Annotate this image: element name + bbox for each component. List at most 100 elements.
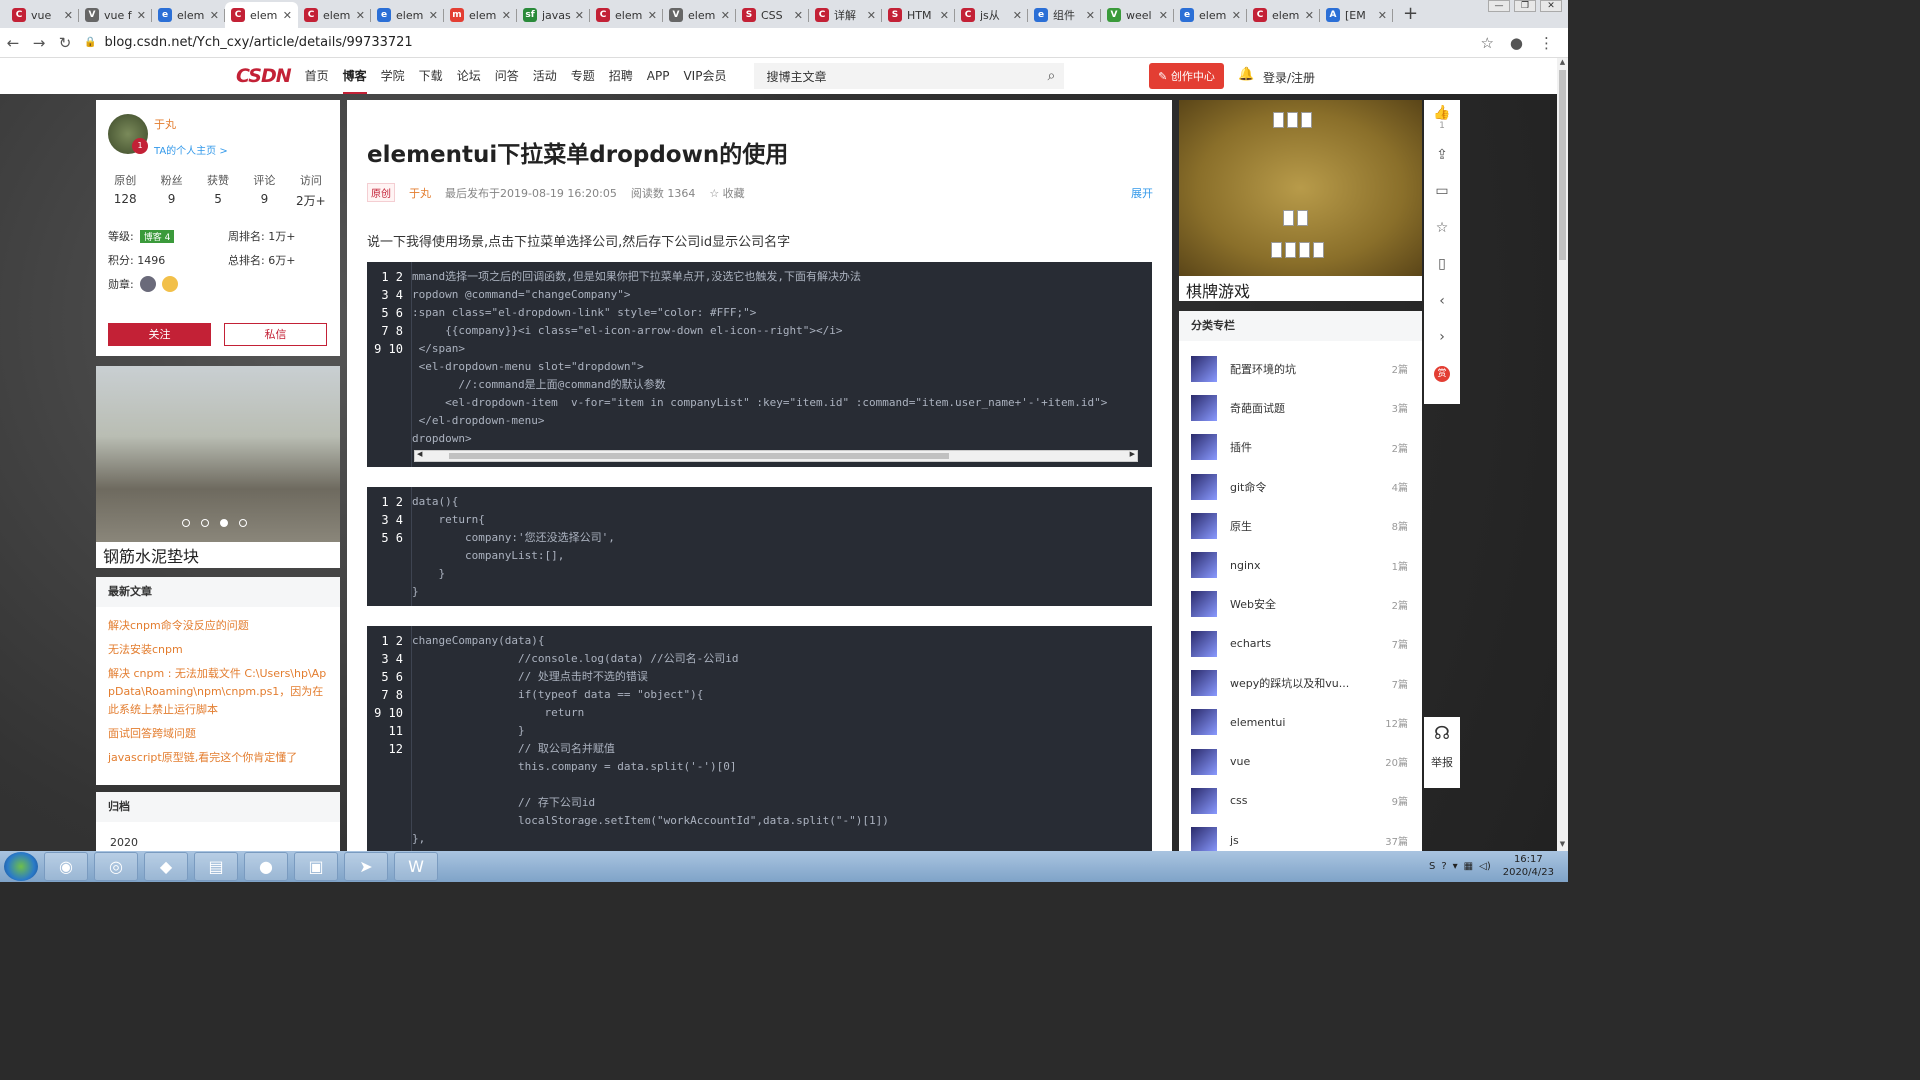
like-button[interactable]: 👍 1 (1424, 100, 1460, 137)
category-item[interactable]: elementui 12篇 (1179, 703, 1422, 742)
browser-tab[interactable]: Celem ✕ (298, 2, 371, 28)
game-ad-title[interactable]: 棋牌游戏 (1186, 278, 1250, 302)
tab-close-icon[interactable]: ✕ (429, 9, 438, 22)
search-input[interactable]: 搜博主文章 ⌕ (754, 63, 1065, 89)
category-item[interactable]: 配置环境的坑 2篇 (1179, 349, 1422, 388)
restore-button[interactable]: ❐ (1514, 0, 1536, 12)
csdn-logo[interactable]: CSDN (236, 65, 292, 87)
browser-tab[interactable]: Celem ✕ (225, 2, 298, 28)
menu-item[interactable]: 招聘 (609, 58, 633, 94)
close-window-button[interactable]: ✕ (1540, 0, 1562, 12)
browser-tab[interactable]: e 组件 ✕ (1028, 2, 1101, 28)
carousel-dot[interactable] (182, 519, 190, 527)
browser-tab[interactable]: Celem ✕ (1247, 2, 1320, 28)
category-item[interactable]: Web安全 2篇 (1179, 585, 1422, 624)
browser-tab[interactable]: S CSS ✕ (736, 2, 809, 28)
profile-icon[interactable]: ● (1510, 34, 1523, 52)
menu-dots-icon[interactable]: ⋮ (1539, 34, 1554, 52)
expand-link[interactable]: 展开 (1131, 185, 1153, 201)
medal-icon[interactable] (161, 276, 178, 292)
prev-button[interactable]: ‹ (1424, 283, 1460, 320)
vscode-icon[interactable]: ◆ (144, 852, 188, 881)
tray-icon[interactable]: ? (1441, 861, 1446, 872)
latest-article-link[interactable]: javascript原型链,看完这个你肯定懂了 (108, 749, 328, 767)
network-icon[interactable]: ▦ (1464, 861, 1473, 872)
category-item[interactable]: 奇葩面试题 3篇 (1179, 388, 1422, 427)
browser-tab[interactable]: Cvue ✕ (6, 2, 79, 28)
latest-article-link[interactable]: 面试回答跨域问题 (108, 725, 328, 743)
favorite-tool-button[interactable]: ☆ (1424, 210, 1460, 247)
author-home-link[interactable]: TA的个人主页 > (154, 142, 228, 157)
report-panel[interactable]: ☊ 举报 (1424, 717, 1460, 788)
right-ad[interactable]: 棋牌游戏 (1179, 100, 1422, 301)
browser-tab[interactable]: C 详解 ✕ (809, 2, 882, 28)
login-link[interactable]: 登录/注册 (1263, 69, 1315, 86)
next-button[interactable]: › (1424, 319, 1460, 356)
reward-button[interactable]: 赏 (1424, 356, 1460, 393)
code-scrollbar-thumb[interactable] (449, 453, 949, 459)
scroll-up-arrow[interactable]: ▲ (1557, 58, 1568, 69)
tray-icon[interactable]: ▾ (1453, 861, 1458, 872)
carousel-dot[interactable] (220, 519, 228, 527)
carousel-dot[interactable] (201, 519, 209, 527)
category-item[interactable]: js 37篇 (1179, 821, 1422, 851)
browser-tab[interactable]: m elem ✕ (444, 2, 517, 28)
scroll-down-arrow[interactable]: ▼ (1557, 840, 1568, 851)
category-item[interactable]: css 9篇 (1179, 781, 1422, 820)
tab-close-icon[interactable]: ✕ (794, 9, 803, 22)
tab-close-icon[interactable]: ✕ (721, 9, 730, 22)
start-button[interactable] (4, 852, 38, 881)
bookmark-star-icon[interactable]: ☆ (1480, 34, 1493, 52)
create-center-button[interactable]: ✎ 创作中心 (1149, 63, 1224, 89)
tab-close-icon[interactable]: ✕ (1305, 9, 1314, 22)
page-scrollbar[interactable]: ▲ ▼ (1557, 58, 1568, 851)
new-tab-button[interactable]: + (1403, 3, 1418, 24)
headset-icon[interactable]: ☊ (1424, 717, 1460, 744)
browser-tab[interactable]: e elem ✕ (371, 2, 444, 28)
axure-icon[interactable]: ▣ (294, 852, 338, 881)
menu-item[interactable]: 首页 (305, 58, 329, 94)
tab-close-icon[interactable]: ✕ (210, 9, 219, 22)
scrollbar-thumb[interactable] (1559, 70, 1566, 260)
browser-tab[interactable]: Velem ✕ (663, 2, 736, 28)
avatar[interactable]: 1 (108, 114, 148, 154)
category-item[interactable]: 插件 2篇 (1179, 428, 1422, 467)
category-item[interactable]: git命令 4篇 (1179, 467, 1422, 506)
menu-item[interactable]: 专题 (571, 58, 595, 94)
share-button[interactable]: ⇪ (1424, 137, 1460, 174)
tab-close-icon[interactable]: ✕ (1013, 9, 1022, 22)
back-icon[interactable]: ← (0, 34, 26, 52)
tab-close-icon[interactable]: ✕ (137, 9, 146, 22)
left-ad-carousel[interactable]: 钢筋水泥垫块 (96, 366, 340, 568)
browser-tab[interactable]: S HTM ✕ (882, 2, 955, 28)
category-item[interactable]: vue 20篇 (1179, 742, 1422, 781)
wps-icon[interactable]: W (394, 852, 438, 881)
menu-item[interactable]: 论坛 (457, 58, 481, 94)
latest-article-link[interactable]: 解决 cnpm : 无法加载文件 C:\Users\hp\AppData\Roa… (108, 665, 328, 719)
code-scrollbar[interactable]: ◀ ▶ (414, 450, 1138, 462)
author-name[interactable]: 于丸 (154, 116, 176, 132)
url-field[interactable]: 🔒 blog.csdn.net/Ych_cxy/article/details/… (84, 35, 1480, 50)
menu-item[interactable]: VIP会员 (683, 58, 726, 94)
medal-icon[interactable] (139, 276, 156, 292)
category-item[interactable]: 原生 8篇 (1179, 506, 1422, 545)
scroll-right-arrow[interactable]: ▶ (1130, 450, 1135, 458)
tab-close-icon[interactable]: ✕ (1159, 9, 1168, 22)
tab-close-icon[interactable]: ✕ (64, 9, 73, 22)
tab-close-icon[interactable]: ✕ (867, 9, 876, 22)
reload-icon[interactable]: ↻ (52, 34, 78, 52)
scroll-left-arrow[interactable]: ◀ (417, 450, 422, 458)
carousel-dot[interactable] (239, 519, 247, 527)
mobile-button[interactable]: ▯ (1424, 246, 1460, 283)
notepad-icon[interactable]: ▤ (194, 852, 238, 881)
feishu-icon[interactable]: ➤ (344, 852, 388, 881)
report-button[interactable]: 举报 (1424, 754, 1460, 770)
follow-button[interactable]: 关注 (108, 323, 211, 346)
minimize-button[interactable]: — (1488, 0, 1510, 12)
tab-close-icon[interactable]: ✕ (940, 9, 949, 22)
tray-icon[interactable]: S (1429, 861, 1435, 872)
paint-icon[interactable]: ● (244, 852, 288, 881)
ad-image[interactable] (96, 366, 340, 542)
browser-tab[interactable]: A [EM ✕ (1320, 2, 1393, 28)
latest-article-link[interactable]: 无法安装cnpm (108, 641, 328, 659)
